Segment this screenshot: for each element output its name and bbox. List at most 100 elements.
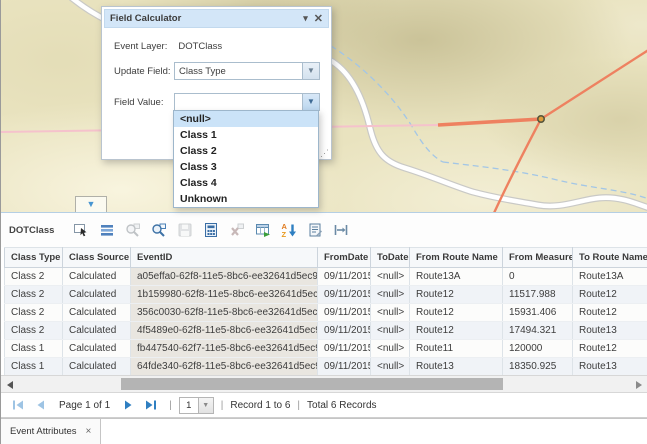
total-records-text: Total 6 Records <box>307 400 376 411</box>
dialog-title: Field Calculator <box>110 13 297 24</box>
collapse-dialog-icon[interactable]: ▾ <box>303 13 308 24</box>
field-calculator-button[interactable] <box>198 217 224 243</box>
column-header[interactable]: ToDate <box>371 248 410 268</box>
dropdown-option[interactable]: <null> <box>174 111 318 127</box>
table-row[interactable]: Class 2Calculated1b159980-62f8-11e5-8bc6… <box>5 286 647 304</box>
table-cell: Route13A <box>410 268 503 286</box>
page-select-value: 1 <box>179 397 199 414</box>
field-value-combobox[interactable]: ▼ <box>174 93 320 111</box>
previous-page-icon <box>33 399 47 411</box>
transfer-button[interactable] <box>328 217 354 243</box>
column-header[interactable]: From Measure <box>503 248 573 268</box>
table-row[interactable]: Class 2Calculateda05effa0-62f8-11e5-8bc6… <box>5 268 647 286</box>
table-cell: Calculated <box>63 358 131 376</box>
edit-records-button[interactable] <box>302 217 328 243</box>
table-cell: 356c0030-62f8-11e5-8bc6-ee32641d5ec9 <box>131 304 318 322</box>
resize-grip-icon[interactable]: ⋰ <box>320 148 329 159</box>
table-cell: fb447540-62f7-11e5-8bc6-ee32641d5ec9 <box>131 340 318 358</box>
close-icon[interactable]: × <box>86 426 92 437</box>
last-page-button[interactable] <box>140 397 162 413</box>
separator: | <box>169 400 172 411</box>
close-icon[interactable]: ✕ <box>314 12 323 25</box>
chevron-down-icon[interactable]: ▼ <box>302 94 319 110</box>
table-row[interactable]: Class 2Calculated4f5489e0-62f8-11e5-8bc6… <box>5 322 647 340</box>
zoom-to-selection-icon <box>125 222 141 238</box>
table-cell: 0 <box>503 268 573 286</box>
table-row[interactable]: Class 1Calculated64fde340-62f8-11e5-8bc6… <box>5 358 647 376</box>
table-cell: Calculated <box>63 340 131 358</box>
stream-line <box>331 46 443 162</box>
table-cell: 120000 <box>503 340 573 358</box>
table-cell: Route12 <box>410 286 503 304</box>
field-calculator-icon <box>203 222 219 238</box>
previous-page-button[interactable] <box>29 397 51 413</box>
dialog-titlebar[interactable]: Field Calculator ▾ ✕ <box>104 9 329 28</box>
tab-label: Event Attributes <box>10 426 77 437</box>
zoom-to-button[interactable] <box>146 217 172 243</box>
horizontal-scrollbar[interactable] <box>1 375 647 393</box>
dropdown-option[interactable]: Unknown <box>174 191 318 207</box>
chevron-down-icon[interactable]: ▼ <box>199 397 214 414</box>
table-cell: Route12 <box>573 304 647 322</box>
delete-selected-icon <box>229 222 245 238</box>
dropdown-option[interactable]: Class 2 <box>174 143 318 159</box>
table-cell: Calculated <box>63 268 131 286</box>
select-records-button[interactable] <box>68 217 94 243</box>
table-cell: Class 2 <box>5 322 63 340</box>
junction-marker <box>538 116 544 122</box>
record-range-text: Record 1 to 6 <box>230 400 290 411</box>
table-cell: Route12 <box>573 340 647 358</box>
add-record-button[interactable] <box>250 217 276 243</box>
tab-event-attributes[interactable]: Event Attributes × <box>1 419 101 444</box>
table-row[interactable]: Class 1Calculatedfb447540-62f7-11e5-8bc6… <box>5 340 647 358</box>
select-records-icon <box>73 222 89 238</box>
panel-collapse-tab[interactable]: ▼ <box>75 196 107 212</box>
delete-selected-button[interactable] <box>224 217 250 243</box>
column-header[interactable]: To Route Name <box>573 248 647 268</box>
table-cell: 09/11/2015 <box>318 286 371 304</box>
page-select[interactable]: 1 ▼ <box>179 397 214 414</box>
column-header[interactable]: Class Type <box>5 248 63 268</box>
dropdown-option[interactable]: Class 3 <box>174 159 318 175</box>
dropdown-option[interactable]: Class 4 <box>174 175 318 191</box>
column-header[interactable]: Class Source <box>63 248 131 268</box>
table-cell: Route12 <box>410 304 503 322</box>
table-cell: <null> <box>371 268 410 286</box>
update-field-combobox[interactable]: Class Type ▼ <box>174 62 320 80</box>
table-cell: 09/11/2015 <box>318 268 371 286</box>
scroll-right-arrow-icon[interactable] <box>636 381 642 389</box>
first-page-button[interactable] <box>7 397 29 413</box>
field-value-label: Field Value: <box>114 97 163 108</box>
table-cell: Class 2 <box>5 286 63 304</box>
scrollbar-thumb[interactable] <box>121 378 503 390</box>
chevron-down-icon[interactable]: ▼ <box>302 63 319 79</box>
save-button[interactable] <box>172 217 198 243</box>
table-cell: 09/11/2015 <box>318 322 371 340</box>
bottom-tab-bar: Event Attributes × <box>1 418 647 444</box>
table-cell: Calculated <box>63 286 131 304</box>
zoom-to-selection-button[interactable] <box>120 217 146 243</box>
column-header[interactable]: EventID <box>131 248 318 268</box>
dropdown-option[interactable]: Class 1 <box>174 127 318 143</box>
table-cell: 15931.406 <box>503 304 573 322</box>
table-cell: Route13A <box>573 268 647 286</box>
show-selection-icon <box>99 222 115 238</box>
save-icon <box>177 222 193 238</box>
table-cell: Class 1 <box>5 358 63 376</box>
column-header[interactable]: FromDate <box>318 248 371 268</box>
scroll-left-arrow-icon[interactable] <box>7 381 13 389</box>
event-layer-value: DOTClass <box>178 41 222 52</box>
table-cell: 64fde340-62f8-11e5-8bc6-ee32641d5ec9 <box>131 358 318 376</box>
table-cell: <null> <box>371 358 410 376</box>
route-selected-segment <box>438 119 541 125</box>
pagination-bar: Page 1 of 1 | 1 ▼ | Record 1 to 6 | Tota… <box>1 393 647 418</box>
zoom-to-icon <box>151 222 167 238</box>
sort-button[interactable]: A Z <box>276 217 302 243</box>
next-page-button[interactable] <box>118 397 140 413</box>
table-row[interactable]: Class 2Calculated356c0030-62f8-11e5-8bc6… <box>5 304 647 322</box>
column-header[interactable]: From Route Name <box>410 248 503 268</box>
table-cell: <null> <box>371 286 410 304</box>
chevron-down-icon: ▼ <box>87 200 96 209</box>
show-selection-button[interactable] <box>94 217 120 243</box>
table-cell: 1b159980-62f8-11e5-8bc6-ee32641d5ec9 <box>131 286 318 304</box>
